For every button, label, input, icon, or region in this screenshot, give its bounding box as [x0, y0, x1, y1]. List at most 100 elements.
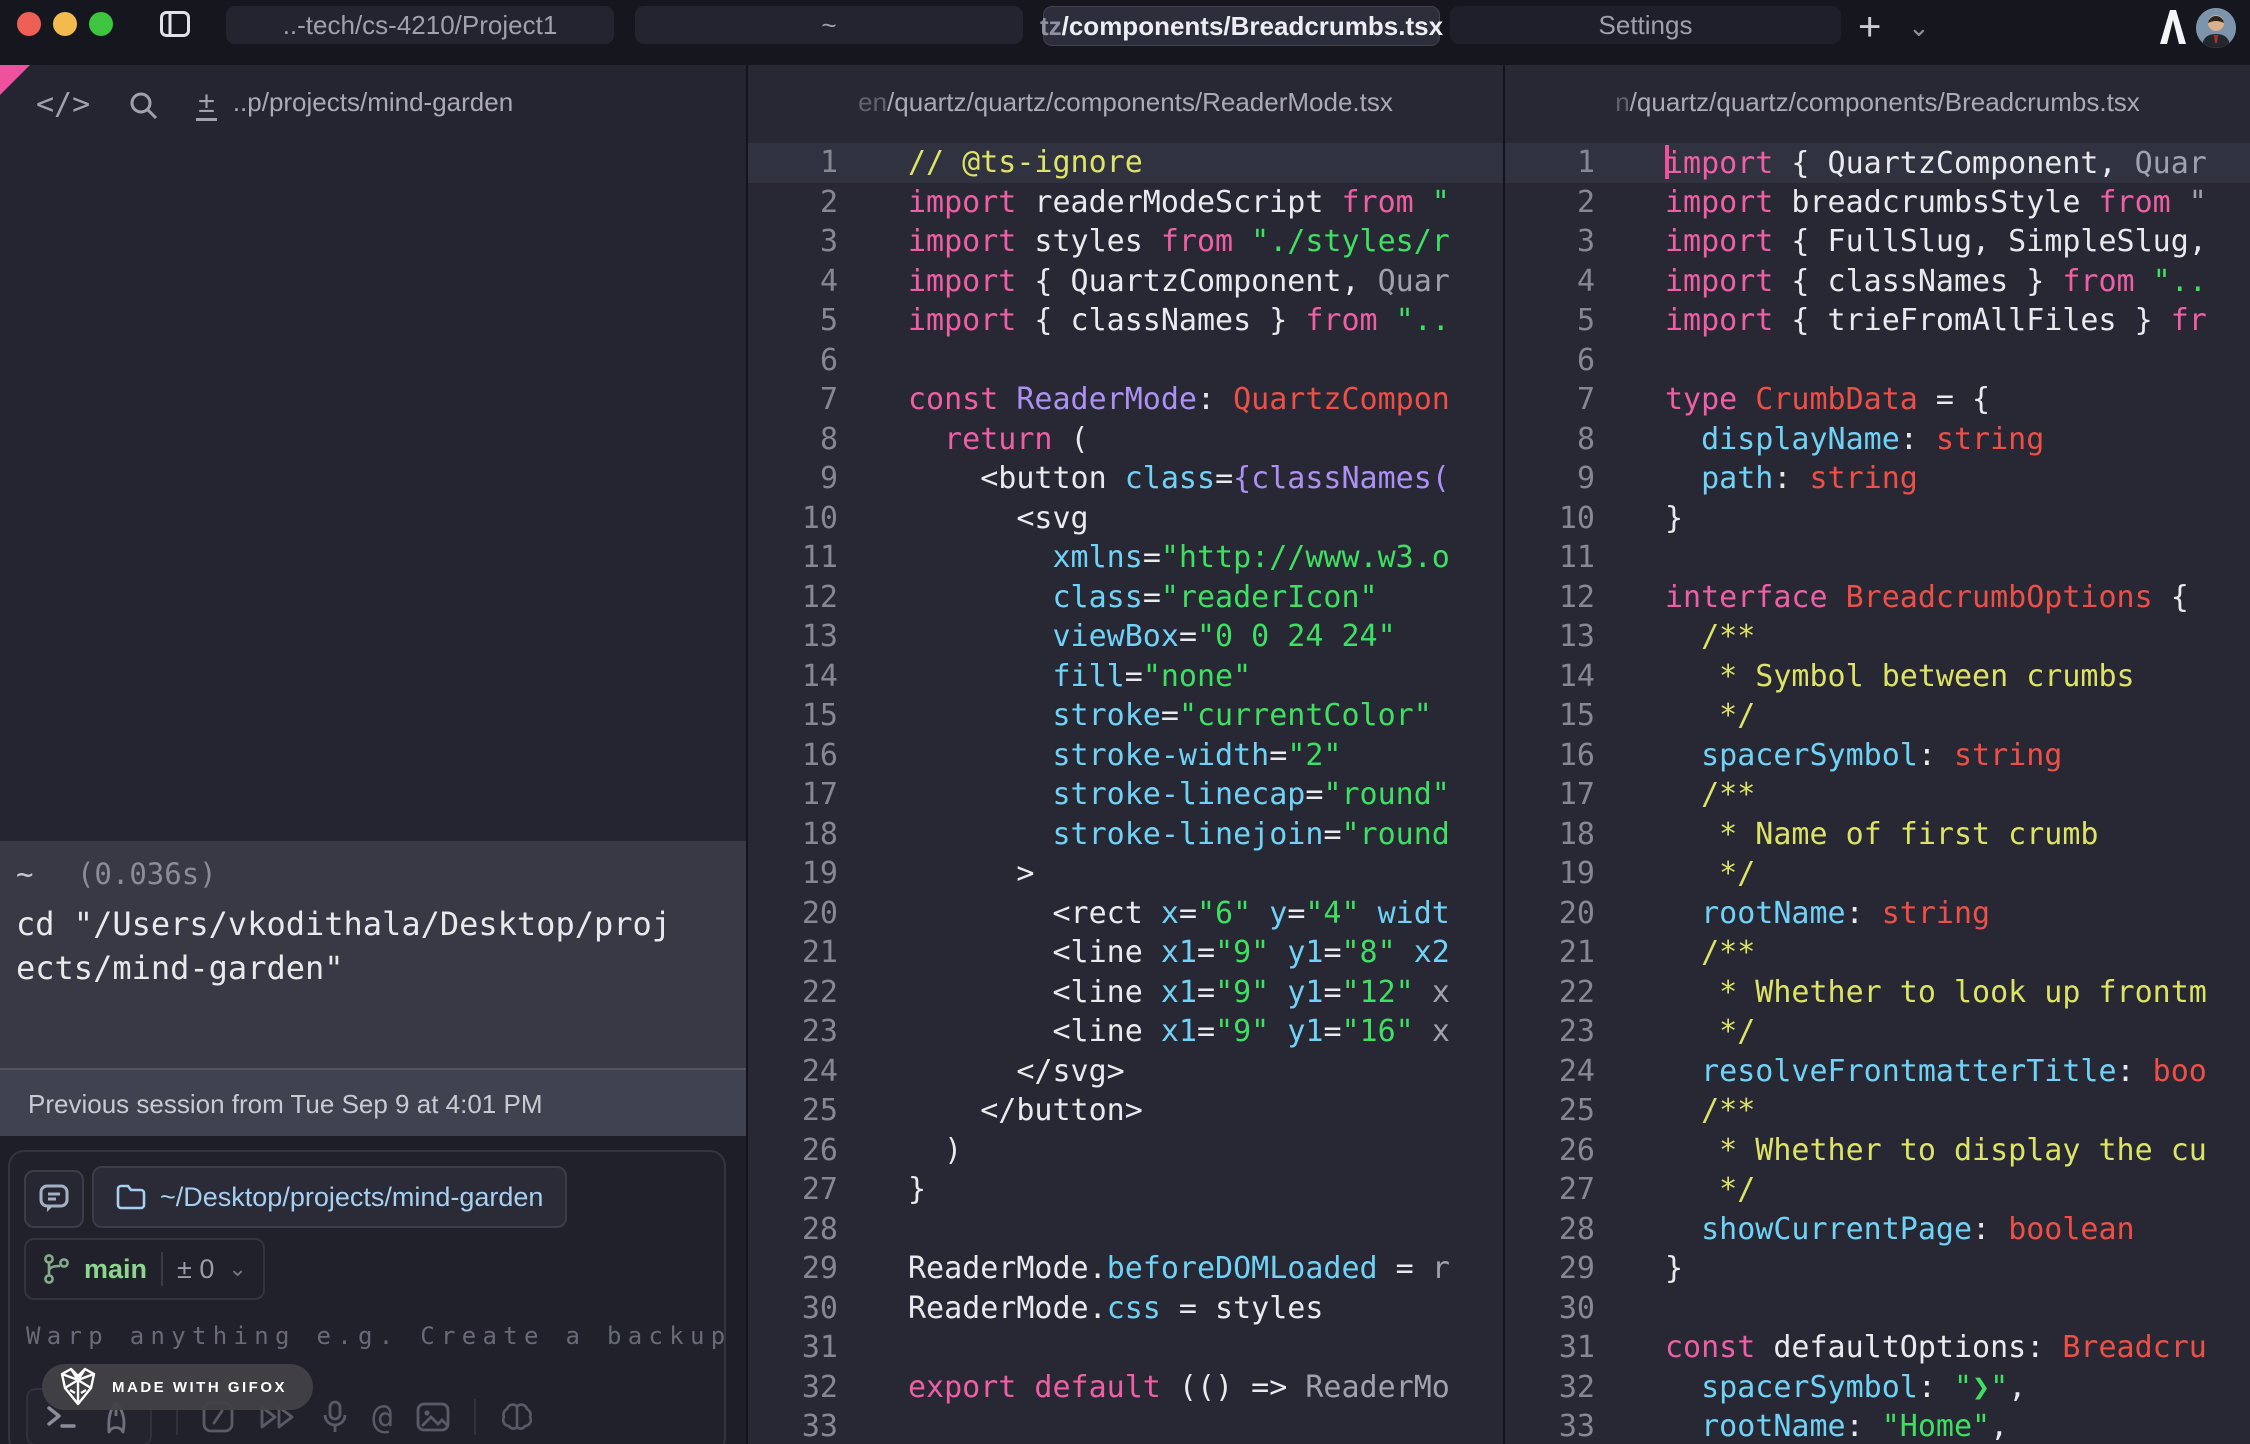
- code-line-28[interactable]: 28: [748, 1210, 1503, 1250]
- code-editor-readermode[interactable]: 1// @ts-ignore2import readerModeScript f…: [748, 143, 1503, 1444]
- code-line-25[interactable]: 25 </button>: [748, 1091, 1503, 1131]
- code-line-18[interactable]: 18 * Name of first crumb: [1505, 815, 2250, 855]
- cwd-pill[interactable]: ~/Desktop/projects/mind-garden: [92, 1166, 567, 1228]
- editor-pane-readermode[interactable]: en/quartz/quartz/components/ReaderMode.t…: [748, 65, 1503, 1444]
- code-line-33[interactable]: 33 rootName: "Home",: [1505, 1407, 2250, 1444]
- code-line-10[interactable]: 10}: [1505, 499, 2250, 539]
- search-icon[interactable]: [128, 90, 158, 120]
- traffic-zoom-button[interactable]: [89, 12, 113, 36]
- code-line-33[interactable]: 33: [748, 1407, 1503, 1444]
- code-line-16[interactable]: 16 stroke-width="2": [748, 736, 1503, 776]
- code-line-15[interactable]: 15 */: [1505, 696, 2250, 736]
- code-line-31[interactable]: 31: [748, 1328, 1503, 1368]
- code-line-17[interactable]: 17 /**: [1505, 775, 2250, 815]
- code-line-14[interactable]: 14 * Symbol between crumbs: [1505, 657, 2250, 697]
- code-line-26[interactable]: 26 ): [748, 1131, 1503, 1171]
- code-line-20[interactable]: 20 rootName: string: [1505, 894, 2250, 934]
- brain-icon[interactable]: [500, 1401, 534, 1433]
- code-line-2[interactable]: 2import breadcrumbsStyle from ": [1505, 183, 2250, 223]
- code-line-11[interactable]: 11: [1505, 538, 2250, 578]
- tab-home[interactable]: ~: [635, 6, 1023, 44]
- code-line-10[interactable]: 10 <svg: [748, 499, 1503, 539]
- code-line-9[interactable]: 9 path: string: [1505, 459, 2250, 499]
- code-line-9[interactable]: 9 <button class={classNames(: [748, 459, 1503, 499]
- tab-list-chevron-icon[interactable]: ⌄: [1908, 12, 1930, 43]
- previous-command-block[interactable]: ~ (0.036s) cd "/Users/vkodithala/Desktop…: [0, 841, 746, 1068]
- code-line-17[interactable]: 17 stroke-linecap="round": [748, 775, 1503, 815]
- git-status-pill[interactable]: main ± 0 ⌄: [24, 1238, 265, 1300]
- code-line-27[interactable]: 27}: [748, 1170, 1503, 1210]
- code-line-19[interactable]: 19 >: [748, 854, 1503, 894]
- code-line-3[interactable]: 3import { FullSlug, SimpleSlug,: [1505, 222, 2250, 262]
- code-line-4[interactable]: 4import { QuartzComponent, Quar: [748, 262, 1503, 302]
- code-line-14[interactable]: 14 fill="none": [748, 657, 1503, 697]
- terminal-input-block[interactable]: ~/Desktop/projects/mind-garden main ± 0 …: [8, 1150, 726, 1444]
- code-line-20[interactable]: 20 <rect x="6" y="4" widt: [748, 894, 1503, 934]
- code-line-13[interactable]: 13 viewBox="0 0 24 24": [748, 617, 1503, 657]
- git-chevron-down-icon[interactable]: ⌄: [228, 1256, 246, 1282]
- code-line-23[interactable]: 23 */: [1505, 1012, 2250, 1052]
- new-tab-button[interactable]: +: [1858, 5, 1881, 50]
- code-line-1[interactable]: 1import { QuartzComponent, Quar: [1505, 143, 2250, 183]
- tab-project1[interactable]: ..-tech/cs-4210/Project1: [226, 6, 614, 44]
- code-line-32[interactable]: 32export default (() => ReaderMo: [748, 1368, 1503, 1408]
- pane-separator[interactable]: [1503, 65, 1505, 1444]
- pane-separator[interactable]: [746, 65, 748, 1444]
- code-line-1[interactable]: 1// @ts-ignore: [748, 143, 1503, 183]
- code-blocks-icon[interactable]: </>: [36, 87, 90, 122]
- code-line-27[interactable]: 27 */: [1505, 1170, 2250, 1210]
- line-number: 19: [748, 856, 838, 891]
- traffic-close-button[interactable]: [17, 12, 41, 36]
- code-line-29[interactable]: 29}: [1505, 1249, 2250, 1289]
- code-line-30[interactable]: 30ReaderMode.css = styles: [748, 1289, 1503, 1329]
- tab-breadcrumbs[interactable]: tz/components/Breadcrumbs.tsx: [1043, 6, 1440, 46]
- code-line-7[interactable]: 7const ReaderMode: QuartzCompon: [748, 380, 1503, 420]
- code-line-21[interactable]: 21 /**: [1505, 933, 2250, 973]
- code-line-23[interactable]: 23 <line x1="9" y1="16" x: [748, 1012, 1503, 1052]
- terminal-input[interactable]: Warp anything e.g. Create a backup: [26, 1322, 731, 1350]
- code-line-6[interactable]: 6: [748, 341, 1503, 381]
- code-line-16[interactable]: 16 spacerSymbol: string: [1505, 736, 2250, 776]
- code-line-22[interactable]: 22 * Whether to look up frontm: [1505, 973, 2250, 1013]
- editor-pane-breadcrumbs[interactable]: n/quartz/quartz/components/Breadcrumbs.t…: [1505, 65, 2250, 1444]
- code-line-24[interactable]: 24 </svg>: [748, 1052, 1503, 1092]
- code-line-18[interactable]: 18 stroke-linejoin="round: [748, 815, 1503, 855]
- code-line-12[interactable]: 12interface BreadcrumbOptions {: [1505, 578, 2250, 618]
- sidebar-toggle-icon[interactable]: [160, 11, 190, 37]
- code-line-21[interactable]: 21 <line x1="9" y1="8" x2: [748, 933, 1503, 973]
- mention-icon[interactable]: @: [372, 1397, 392, 1437]
- traffic-minimize-button[interactable]: [53, 12, 77, 36]
- code-line-3[interactable]: 3import styles from "./styles/r: [748, 222, 1503, 262]
- code-line-24[interactable]: 24 resolveFrontmatterTitle: boo: [1505, 1052, 2250, 1092]
- code-line-31[interactable]: 31const defaultOptions: Breadcru: [1505, 1328, 2250, 1368]
- code-editor-breadcrumbs[interactable]: 1import { QuartzComponent, Quar2import b…: [1505, 143, 2250, 1444]
- code-line-12[interactable]: 12 class="readerIcon": [748, 578, 1503, 618]
- code-line-26[interactable]: 26 * Whether to display the cu: [1505, 1131, 2250, 1171]
- code-line-32[interactable]: 32 spacerSymbol: "❯",: [1505, 1368, 2250, 1408]
- account-avatar[interactable]: [2196, 8, 2236, 48]
- code-line-15[interactable]: 15 stroke="currentColor": [748, 696, 1503, 736]
- warp-logo-icon[interactable]: [2158, 9, 2188, 45]
- code-line-28[interactable]: 28 showCurrentPage: boolean: [1505, 1210, 2250, 1250]
- code-line-29[interactable]: 29ReaderMode.beforeDOMLoaded = r: [748, 1249, 1503, 1289]
- code-line-13[interactable]: 13 /**: [1505, 617, 2250, 657]
- code-line-22[interactable]: 22 <line x1="9" y1="12" x: [748, 973, 1503, 1013]
- code-line-5[interactable]: 5import { classNames } from "..: [748, 301, 1503, 341]
- code-line-19[interactable]: 19 */: [1505, 854, 2250, 894]
- image-attach-icon[interactable]: [416, 1402, 450, 1432]
- code-line-25[interactable]: 25 /**: [1505, 1091, 2250, 1131]
- bookmarks-icon[interactable]: ±: [196, 88, 216, 121]
- tab-settings[interactable]: Settings: [1450, 6, 1841, 44]
- code-line-2[interactable]: 2import readerModeScript from ": [748, 183, 1503, 223]
- code-line-30[interactable]: 30: [1505, 1289, 2250, 1329]
- code-line-11[interactable]: 11 xmlns="http://www.w3.o: [748, 538, 1503, 578]
- code-line-6[interactable]: 6: [1505, 341, 2250, 381]
- terminal-pane[interactable]: ..p/projects/mind-garden </> ± ~ (0.036s…: [0, 65, 746, 1444]
- code-line-5[interactable]: 5import { trieFromAllFiles } fr: [1505, 301, 2250, 341]
- code-line-8[interactable]: 8 return (: [748, 420, 1503, 460]
- code-line-4[interactable]: 4import { classNames } from "..: [1505, 262, 2250, 302]
- microphone-icon[interactable]: [322, 1400, 348, 1434]
- code-line-8[interactable]: 8 displayName: string: [1505, 420, 2250, 460]
- comment-button[interactable]: [24, 1170, 84, 1228]
- code-line-7[interactable]: 7type CrumbData = {: [1505, 380, 2250, 420]
